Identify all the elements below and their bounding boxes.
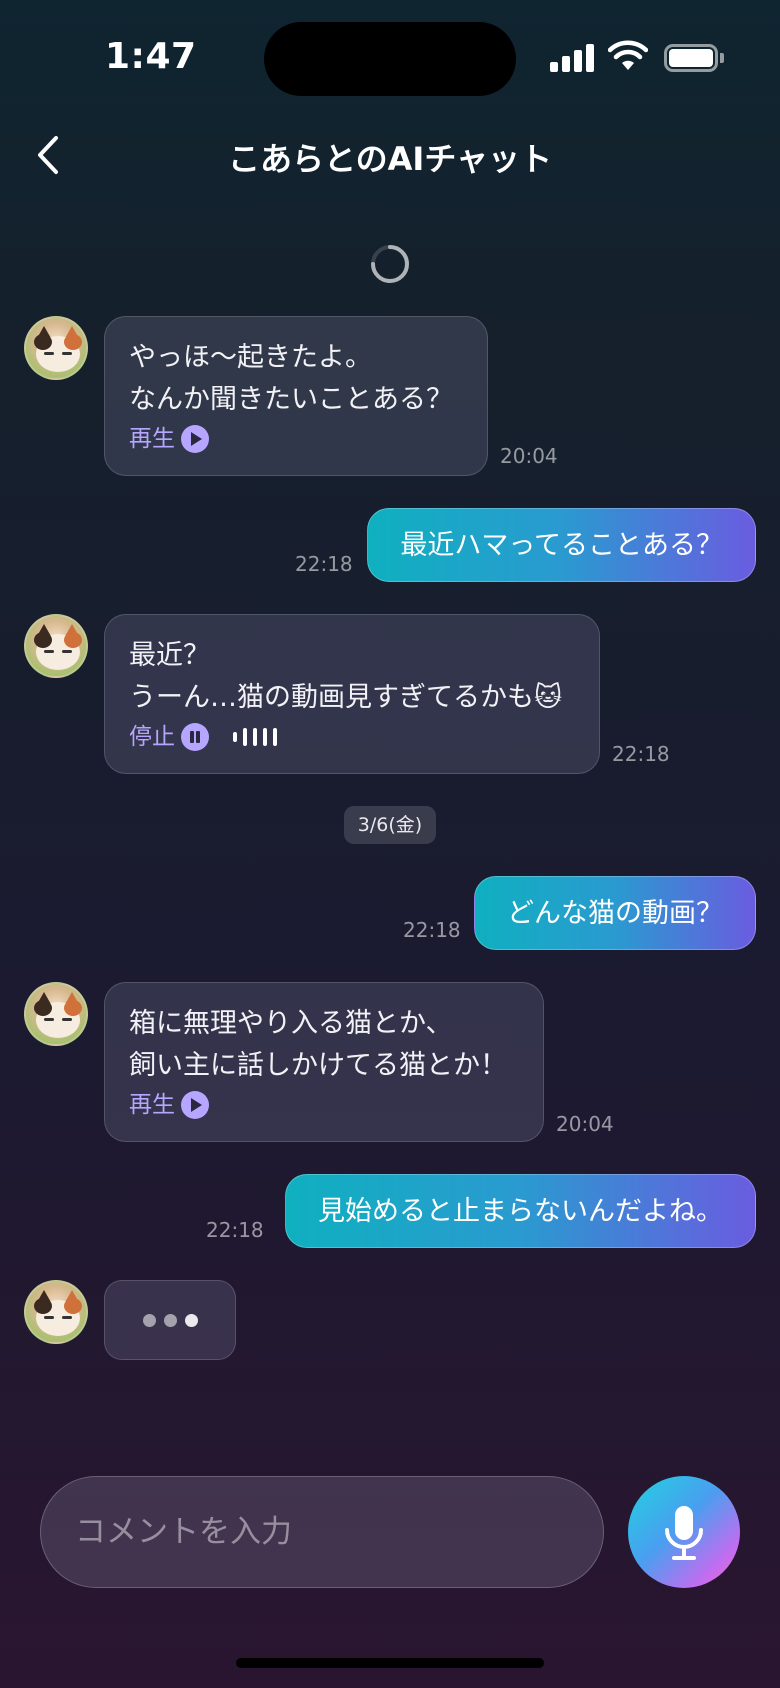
message-timestamp: 22:18	[206, 1218, 264, 1242]
ai-message-bubble: やっほ〜起きたよ。 なんか聞きたいことある？ 再生	[104, 316, 488, 476]
nav-bar: こあらとのAIチャット	[0, 120, 780, 190]
battery-icon	[664, 44, 724, 72]
audio-label: 再生	[129, 426, 175, 452]
user-message-bubble: どんな猫の動画？	[474, 876, 756, 950]
mic-button[interactable]	[628, 1476, 740, 1588]
audio-label: 停止	[129, 724, 175, 750]
message-timestamp: 22:18	[612, 742, 670, 766]
message-timestamp: 20:04	[500, 444, 558, 468]
message-line: 飼い主に話しかけてる猫とか！	[129, 1050, 507, 1081]
message-line: うーん…猫の動画見すぎてるかも🐱	[129, 682, 563, 713]
date-divider: 3/6(金)	[344, 806, 436, 844]
message-timestamp: 22:18	[295, 552, 353, 576]
user-message-bubble: 最近ハマってることある？	[367, 508, 756, 582]
audio-label: 再生	[129, 1092, 175, 1118]
ai-message-bubble: 最近？ うーん…猫の動画見すぎてるかも🐱 停止	[104, 614, 600, 774]
typing-indicator	[104, 1280, 236, 1360]
audio-waveform-icon	[233, 728, 277, 746]
message-line: なんか聞きたいことある？	[129, 384, 453, 415]
status-bar: 1:47	[0, 0, 780, 110]
play-icon	[181, 1091, 209, 1119]
home-indicator[interactable]	[236, 1658, 544, 1668]
user-message-bubble: 見始めると止まらないんだよね。	[285, 1174, 756, 1248]
message-line: やっほ〜起きたよ。	[129, 342, 372, 373]
comment-input[interactable]	[41, 1477, 603, 1587]
ai-message-bubble: 箱に無理やり入る猫とか、 飼い主に話しかけてる猫とか！ 再生	[104, 982, 544, 1142]
status-time: 1:47	[105, 36, 197, 77]
play-icon	[181, 425, 209, 453]
ai-avatar[interactable]	[24, 982, 88, 1046]
ai-avatar[interactable]	[24, 316, 88, 380]
ai-avatar[interactable]	[24, 1280, 88, 1344]
audio-play-button[interactable]: 再生	[129, 1089, 519, 1121]
message-timestamp: 22:18	[403, 918, 461, 942]
dynamic-island	[264, 22, 516, 96]
audio-stop-button[interactable]: 停止	[129, 721, 575, 753]
message-line: 箱に無理やり入る猫とか、	[129, 1008, 453, 1039]
message-timestamp: 20:04	[556, 1112, 614, 1136]
loading-spinner-icon	[371, 245, 409, 283]
microphone-icon	[665, 1506, 703, 1560]
cellular-signal-icon	[550, 44, 596, 72]
page-title: こあらとのAIチャット	[227, 140, 553, 178]
comment-input-container	[40, 1476, 604, 1588]
message-line: 最近？	[129, 640, 210, 671]
wifi-icon	[608, 40, 648, 70]
audio-play-button[interactable]: 再生	[129, 423, 463, 455]
ai-avatar[interactable]	[24, 614, 88, 678]
pause-icon	[181, 723, 209, 751]
